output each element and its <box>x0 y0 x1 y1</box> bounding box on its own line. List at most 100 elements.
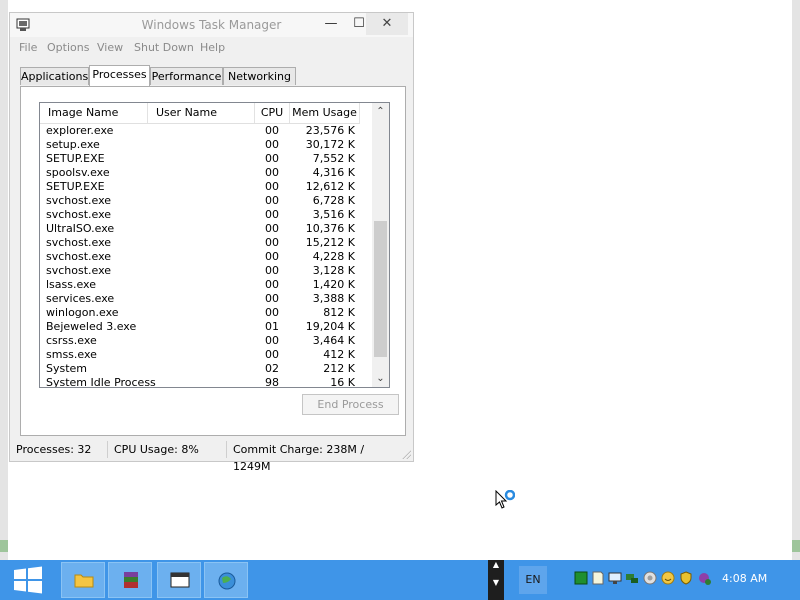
smiley-icon[interactable] <box>661 571 675 585</box>
table-row[interactable]: System Idle Process 98 16 K <box>40 376 360 388</box>
table-row[interactable]: smss.exe 00 412 K <box>40 348 360 362</box>
table-row[interactable]: svchost.exe 00 4,228 K <box>40 250 360 264</box>
process-cpu: 00 <box>265 348 279 361</box>
scroll-up-icon[interactable]: ⌃ <box>372 103 389 120</box>
process-name: Bejeweled 3.exe <box>46 320 137 333</box>
menu-help[interactable]: Help <box>200 41 225 54</box>
table-row[interactable]: SETUP.EXE 00 7,552 K <box>40 152 360 166</box>
column-mem-usage[interactable]: Mem Usage <box>290 103 360 123</box>
process-cpu: 00 <box>265 334 279 347</box>
menu-file[interactable]: File <box>19 41 37 54</box>
process-mem: 10,376 K <box>305 222 355 235</box>
vertical-scrollbar[interactable]: ⌃ ⌄ <box>372 103 389 387</box>
process-cpu: 00 <box>265 264 279 277</box>
taskbar-scroll-control[interactable]: ▲ ▼ <box>488 560 504 600</box>
process-name: lsass.exe <box>46 278 96 291</box>
process-cpu: 00 <box>265 194 279 207</box>
tab-performance[interactable]: Performance <box>150 67 223 85</box>
process-cpu: 00 <box>265 278 279 291</box>
process-cpu: 00 <box>265 180 279 193</box>
close-button[interactable]: ✕ <box>366 13 408 35</box>
menu-shut-down[interactable]: Shut Down <box>134 41 194 54</box>
table-row[interactable]: setup.exe 00 30,172 K <box>40 138 360 152</box>
process-mem: 3,464 K <box>312 334 355 347</box>
process-name: svchost.exe <box>46 194 112 207</box>
column-cpu[interactable]: CPU <box>255 103 290 123</box>
process-mem: 3,388 K <box>312 292 355 305</box>
process-cpu: 00 <box>265 222 279 235</box>
minimize-button[interactable]: — <box>317 13 345 35</box>
language-indicator[interactable]: EN <box>519 566 547 594</box>
process-mem: 12,612 K <box>305 180 355 193</box>
process-cpu: 00 <box>265 124 279 137</box>
scroll-down-icon[interactable]: ⌄ <box>372 370 389 387</box>
table-row[interactable]: svchost.exe 00 15,212 K <box>40 236 360 250</box>
status-cpu-usage: CPU Usage: 8% <box>108 441 227 458</box>
table-row[interactable]: csrss.exe 00 3,464 K <box>40 334 360 348</box>
taskbar-file-explorer[interactable] <box>61 562 105 598</box>
processes-panel: Image Name User Name CPU Mem Usage explo… <box>20 86 406 436</box>
table-row[interactable]: svchost.exe 00 6,728 K <box>40 194 360 208</box>
table-row[interactable]: spoolsv.exe 00 4,316 K <box>40 166 360 180</box>
shield-icon[interactable] <box>679 571 693 585</box>
table-row[interactable]: services.exe 00 3,388 K <box>40 292 360 306</box>
process-cpu: 98 <box>265 376 279 388</box>
taskbar-winrar[interactable] <box>108 562 152 598</box>
table-row[interactable]: winlogon.exe 00 812 K <box>40 306 360 320</box>
tab-networking[interactable]: Networking <box>223 67 296 85</box>
task-manager-window: Windows Task Manager — ☐ ✕ File Options … <box>9 12 414 473</box>
taskbar: ▲ ▼ EN 4:08 AM <box>0 560 800 600</box>
table-row[interactable]: SETUP.EXE 00 12,612 K <box>40 180 360 194</box>
process-list[interactable]: Image Name User Name CPU Mem Usage explo… <box>39 102 390 388</box>
process-mem: 6,728 K <box>312 194 355 207</box>
tab-applications[interactable]: Applications <box>20 67 89 85</box>
taskbar-network[interactable] <box>204 562 248 598</box>
desktop-marker-right <box>792 540 800 552</box>
speaker-icon[interactable] <box>643 571 657 585</box>
column-image-name[interactable]: Image Name <box>40 103 148 123</box>
menu-options[interactable]: Options <box>47 41 89 54</box>
process-mem: 812 K <box>323 306 355 319</box>
desktop-marker-left <box>0 540 8 552</box>
process-list-header: Image Name User Name CPU Mem Usage <box>40 103 360 124</box>
table-row[interactable]: System 02 212 K <box>40 362 360 376</box>
network-icon[interactable] <box>625 571 639 585</box>
process-cpu: 00 <box>265 208 279 221</box>
process-mem: 30,172 K <box>305 138 355 151</box>
scroll-thumb[interactable] <box>374 221 387 357</box>
table-row[interactable]: UltraISO.exe 00 10,376 K <box>40 222 360 236</box>
status-commit-charge: Commit Charge: 238M / 1249M <box>233 443 365 473</box>
table-row[interactable]: svchost.exe 00 3,128 K <box>40 264 360 278</box>
clock[interactable]: 4:08 AM <box>722 572 767 585</box>
bug-icon[interactable] <box>697 571 711 585</box>
desktop-edge-left <box>0 0 8 560</box>
end-process-button[interactable]: End Process <box>302 394 399 415</box>
status-bar: Processes: 32 CPU Usage: 8% Commit Charg… <box>10 438 413 473</box>
table-row[interactable]: lsass.exe 00 1,420 K <box>40 278 360 292</box>
tab-processes[interactable]: Processes <box>89 65 150 86</box>
menu-view[interactable]: View <box>97 41 123 54</box>
process-mem: 19,204 K <box>305 320 355 333</box>
process-mem: 7,552 K <box>312 152 355 165</box>
column-user-name[interactable]: User Name <box>148 103 255 123</box>
process-rows: explorer.exe 00 23,576 K setup.exe 00 30,172 … <box>40 124 360 388</box>
process-name: System <box>46 362 88 375</box>
status-processes: Processes: 32 <box>10 441 108 458</box>
note-icon[interactable] <box>591 571 605 585</box>
table-row[interactable]: svchost.exe 00 3,516 K <box>40 208 360 222</box>
display-icon[interactable] <box>608 571 622 585</box>
folder-icon <box>74 574 94 588</box>
process-cpu: 00 <box>265 292 279 305</box>
table-row[interactable]: Bejeweled 3.exe 01 19,204 K <box>40 320 360 334</box>
network-globe-icon <box>218 572 236 590</box>
table-row[interactable]: explorer.exe 00 23,576 K <box>40 124 360 138</box>
process-mem: 15,212 K <box>305 236 355 249</box>
title-bar[interactable]: Windows Task Manager — ☐ ✕ <box>10 13 413 37</box>
process-mem: 412 K <box>323 348 355 361</box>
taskbar-task-manager[interactable] <box>157 562 201 598</box>
process-name: System Idle Process <box>46 376 156 388</box>
windows-start-icon[interactable] <box>12 566 44 594</box>
resize-grip-icon[interactable] <box>401 449 411 459</box>
green-square-icon[interactable] <box>574 571 588 585</box>
menu-bar: File Options View Shut Down Help <box>10 39 413 57</box>
